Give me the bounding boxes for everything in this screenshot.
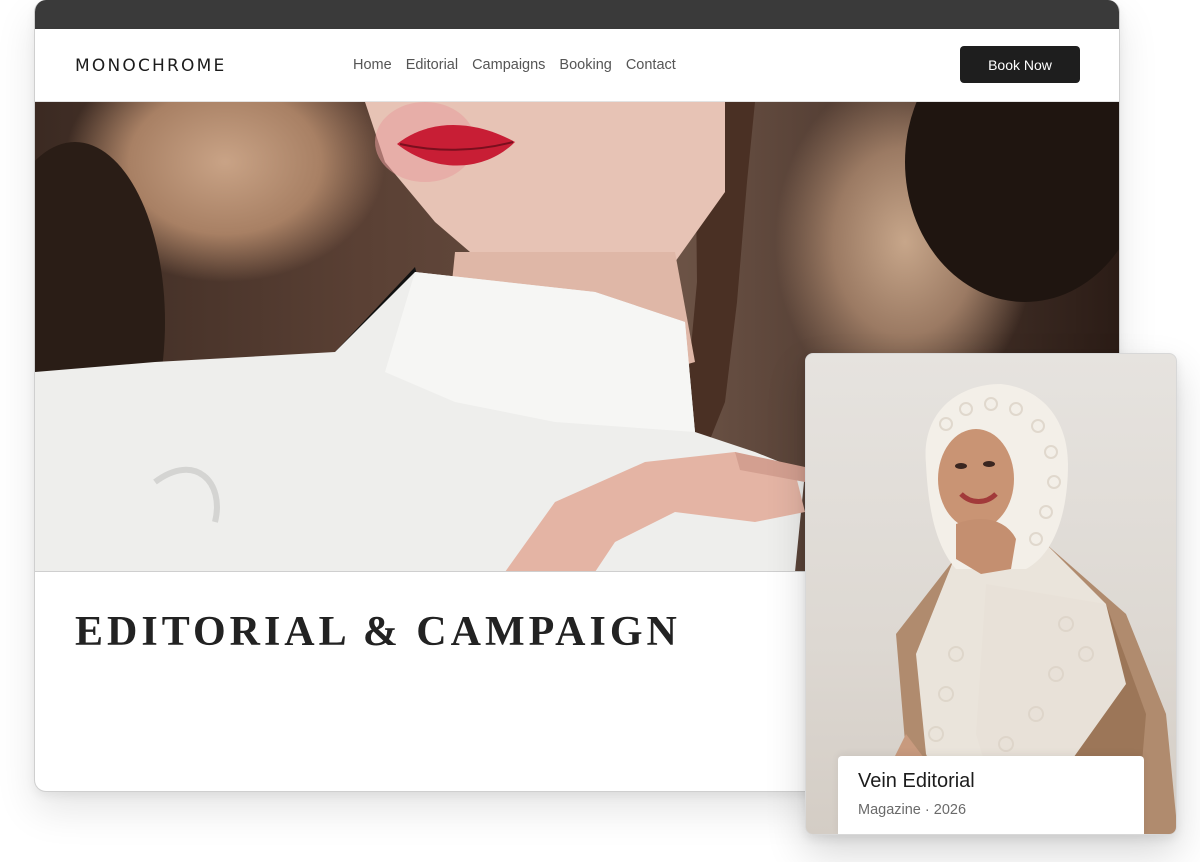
brand-logo[interactable]: MONOCHROME	[75, 56, 226, 76]
main-nav: Home Editorial Campaigns Booking Contact	[353, 57, 676, 73]
section-title: EDITORIAL & CAMPAIGN	[75, 609, 681, 655]
card-meta: Magazine · 2026	[858, 802, 967, 818]
nav-contact[interactable]: Contact	[626, 57, 676, 73]
site-header: MONOCHROME Home Editorial Campaigns Book…	[35, 29, 1119, 102]
nav-home[interactable]: Home	[353, 57, 392, 73]
window-titlebar	[35, 0, 1119, 29]
nav-editorial[interactable]: Editorial	[406, 57, 458, 73]
card-title: Vein Editorial	[858, 770, 975, 792]
card-caption: Vein Editorial Magazine · 2026	[838, 756, 1144, 834]
nav-booking[interactable]: Booking	[559, 57, 611, 73]
book-now-button[interactable]: Book Now	[960, 46, 1080, 83]
nav-campaigns[interactable]: Campaigns	[472, 57, 545, 73]
editorial-card[interactable]: Vein Editorial Magazine · 2026	[805, 353, 1177, 835]
